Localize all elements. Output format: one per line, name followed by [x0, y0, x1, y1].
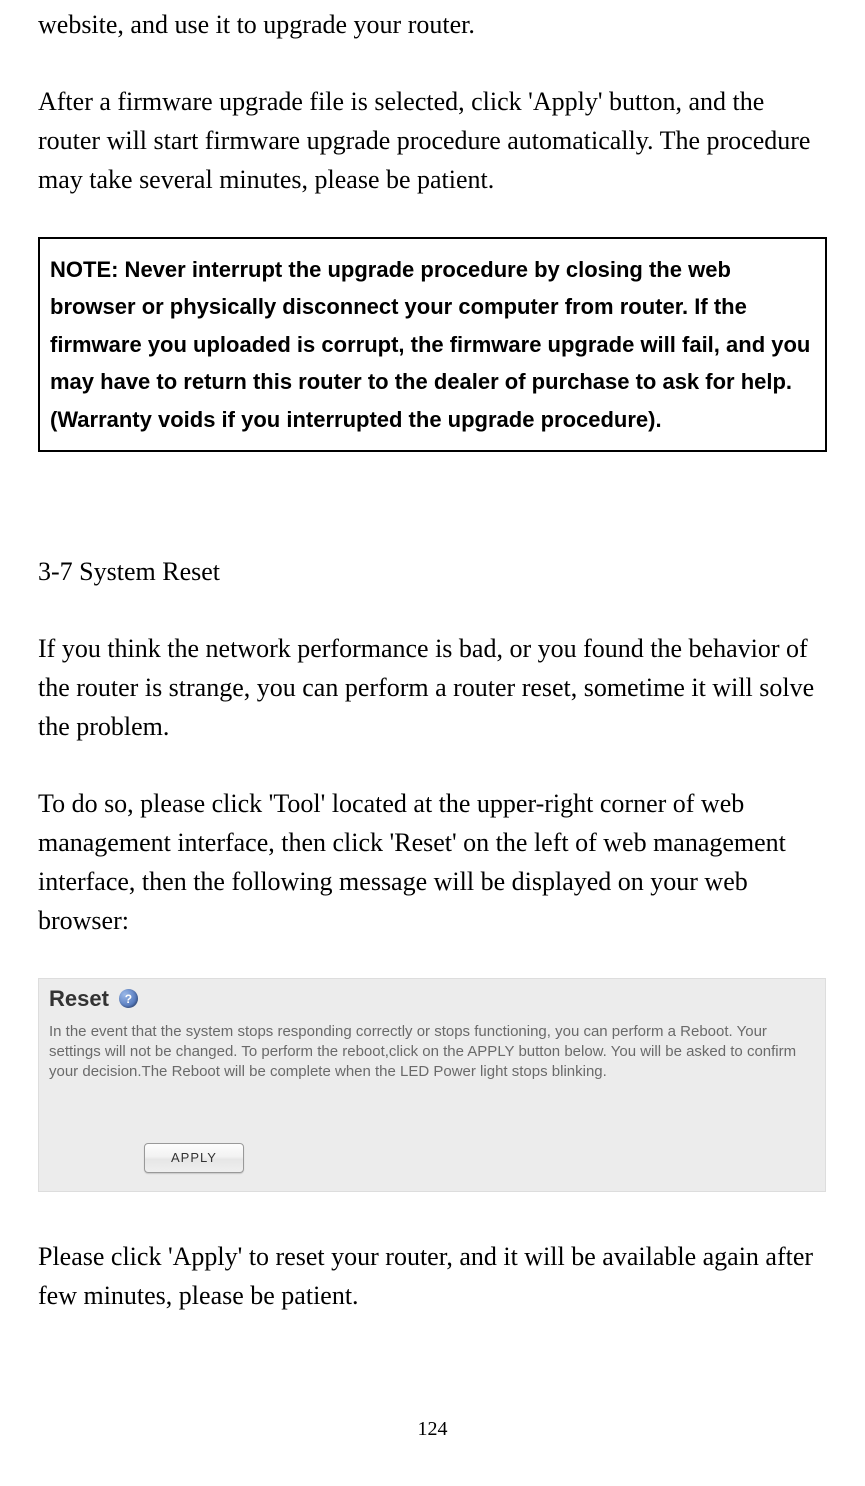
- paragraph-apply: After a firmware upgrade file is selecte…: [38, 82, 827, 199]
- note-text: NOTE: Never interrupt the upgrade proced…: [50, 251, 815, 438]
- screenshot-header: Reset: [39, 979, 825, 1019]
- screenshot-title: Reset: [49, 986, 109, 1012]
- note-box: NOTE: Never interrupt the upgrade proced…: [38, 237, 827, 452]
- screenshot-description: In the event that the system stops respo…: [39, 1019, 825, 1093]
- paragraph-reset-howto: To do so, please click 'Tool' located at…: [38, 784, 827, 940]
- paragraph-closing: Please click 'Apply' to reset your route…: [38, 1237, 827, 1315]
- page-number: 124: [0, 1418, 865, 1441]
- intro-fragment: website, and use it to upgrade your rout…: [38, 0, 827, 44]
- screenshot-button-area: APPLY: [39, 1093, 825, 1191]
- apply-button[interactable]: APPLY: [144, 1143, 244, 1173]
- paragraph-reset-intro: If you think the network performance is …: [38, 629, 827, 746]
- reset-screenshot: Reset In the event that the system stops…: [38, 978, 826, 1192]
- help-icon[interactable]: [119, 989, 138, 1008]
- section-heading: 3-7 System Reset: [38, 552, 827, 591]
